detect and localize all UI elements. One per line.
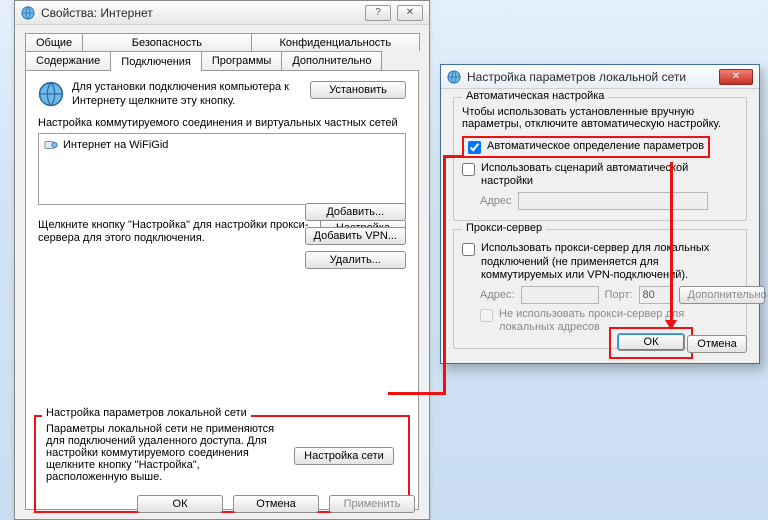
annotation-arrowhead [665, 320, 677, 330]
lan-settings-button[interactable]: Настройка сети [294, 447, 394, 465]
proxy-address-label: Адрес: [480, 289, 515, 301]
close-button[interactable]: ✕ [397, 5, 423, 21]
annotation-line [443, 155, 446, 395]
lan-cancel-button[interactable]: Отмена [687, 335, 747, 353]
annotation-line [443, 155, 463, 158]
lan-settings-dialog: Настройка параметров локальной сети ✕ Ав… [440, 64, 760, 364]
tab-general[interactable]: Общие [25, 33, 83, 51]
setup-text: Для установки подключения компьютера к И… [72, 81, 302, 109]
lan-titlebar[interactable]: Настройка параметров локальной сети ✕ [441, 65, 759, 89]
annotation-line [388, 392, 446, 395]
ok-button[interactable]: ОК [137, 495, 223, 513]
proxy-legend: Прокси-сервер [462, 222, 546, 234]
script-address-input[interactable] [518, 192, 708, 210]
setup-button[interactable]: Установить [310, 81, 406, 99]
auto-config-group: Автоматическая настройка Чтобы использов… [453, 97, 747, 221]
lan-close-button[interactable]: ✕ [719, 69, 753, 85]
internet-options-dialog: Свойства: Интернет ? ✕ Общие Безопасност… [14, 0, 430, 520]
use-script-checkbox[interactable] [462, 163, 475, 176]
lan-text: Параметры локальной сети не применяются … [46, 423, 276, 483]
connections-panel: Для установки подключения компьютера к И… [25, 70, 419, 510]
list-item[interactable]: Интернет на WiFiGid [44, 137, 400, 153]
connection-name: Интернет на WiFiGid [63, 139, 168, 151]
tab-connections[interactable]: Подключения [110, 51, 202, 71]
tab-security[interactable]: Безопасность [82, 33, 251, 51]
dialog-title: Свойства: Интернет [41, 6, 359, 20]
cancel-button[interactable]: Отмена [233, 495, 319, 513]
globe-icon [447, 70, 461, 84]
proxy-address-input[interactable] [521, 286, 599, 304]
auto-detect-checkbox[interactable] [468, 141, 481, 154]
auto-detect-label: Автоматическое определение параметров [487, 140, 704, 153]
bypass-local-checkbox[interactable] [480, 309, 493, 322]
annotation-arrow [670, 162, 673, 320]
use-proxy-label: Использовать прокси-сервер для локальных… [481, 242, 738, 282]
auto-note: Чтобы использовать установленные вручную… [462, 106, 738, 130]
tab-advanced[interactable]: Дополнительно [281, 51, 382, 70]
lan-title: Настройка параметров локальной сети [467, 70, 713, 84]
apply-button[interactable]: Применить [329, 495, 415, 513]
auto-legend: Автоматическая настройка [462, 90, 608, 102]
add-button[interactable]: Добавить... [305, 203, 406, 221]
settings-hint: Щелкните кнопку "Настройка" для настройк… [38, 219, 312, 247]
globe-icon [21, 6, 35, 20]
proxy-group: Прокси-сервер Использовать прокси-сервер… [453, 229, 747, 349]
globe-large-icon [38, 81, 64, 107]
tab-programs[interactable]: Программы [201, 51, 282, 70]
tab-content[interactable]: Содержание [25, 51, 111, 70]
auto-detect-highlight: Автоматическое определение параметров [462, 136, 710, 158]
use-proxy-checkbox[interactable] [462, 243, 475, 256]
script-address-label: Адрес [480, 195, 512, 207]
dialup-label: Настройка коммутируемого соединения и ви… [38, 117, 406, 129]
ok-highlight: ОК [609, 327, 693, 359]
tab-privacy[interactable]: Конфиденциальность [251, 33, 420, 51]
add-vpn-button[interactable]: Добавить VPN... [305, 227, 406, 245]
remove-button[interactable]: Удалить... [305, 251, 406, 269]
lan-heading: Настройка параметров локальной сети [42, 407, 251, 419]
proxy-port-label: Порт: [605, 289, 633, 301]
lan-ok-button[interactable]: ОК [617, 333, 685, 351]
help-button[interactable]: ? [365, 5, 391, 21]
proxy-advanced-button[interactable]: Дополнительно [679, 286, 765, 304]
connection-icon [44, 138, 58, 152]
use-script-label: Использовать сценарий автоматической нас… [481, 162, 738, 188]
titlebar[interactable]: Свойства: Интернет ? ✕ [15, 1, 429, 25]
connections-listbox[interactable]: Интернет на WiFiGid [38, 133, 406, 205]
proxy-port-input[interactable] [639, 286, 673, 304]
